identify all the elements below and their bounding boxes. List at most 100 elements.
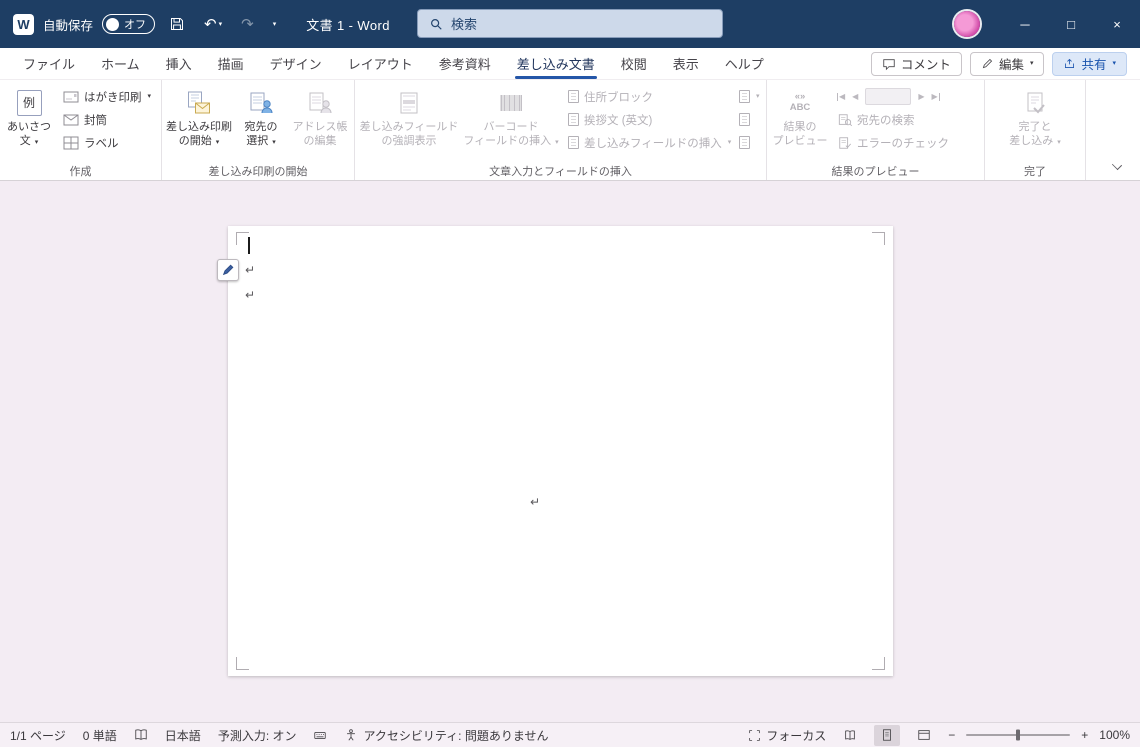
finish-and-merge-button[interactable]: 完了と 差し込み ▾: [1003, 85, 1067, 151]
search-box[interactable]: 検索: [417, 9, 723, 38]
autosave-toggle[interactable]: オフ: [102, 14, 156, 34]
find-recipient-button[interactable]: 宛先の検索: [832, 109, 980, 130]
tabrow-right: コメント 編集 ▾ 共有 ▾: [870, 51, 1140, 76]
focus-label: フォーカス: [766, 728, 827, 743]
insert-barcode-field-label: バーコード フィールドの挿入 ▾: [463, 121, 559, 147]
labels-button[interactable]: ラベル: [57, 132, 157, 153]
autosave-state: オフ: [124, 19, 147, 31]
preview-results-label: 結果の プレビュー: [772, 121, 828, 147]
greeting-text-button[interactable]: 例 あいさつ文 ▾: [3, 85, 55, 151]
tab-view[interactable]: 表示: [660, 48, 712, 79]
start-mail-merge-label: 差し込み印刷 の開始 ▾: [166, 121, 232, 147]
insert-merge-field-icon: [568, 136, 579, 149]
tab-mailings[interactable]: 差し込み文書: [504, 48, 608, 79]
insert-barcode-field-button[interactable]: バーコード フィールドの挿入 ▾: [462, 85, 560, 151]
start-mail-merge-button[interactable]: 差し込み印刷 の開始 ▾: [165, 85, 233, 151]
title-bar: W 自動保存 オフ ↶ ▾ ↷ ▾ 文書 1 - Word 検索 ─ □ ×: [0, 0, 1140, 48]
highlight-merge-fields-button[interactable]: 差し込みフィールド の強調表示: [358, 85, 460, 151]
editing-mode-button[interactable]: 編集 ▾: [969, 51, 1045, 76]
account-avatar[interactable]: [954, 11, 980, 37]
update-labels-button[interactable]: [736, 132, 763, 153]
accessibility-status[interactable]: アクセシビリティ: 問題ありません: [344, 727, 548, 744]
first-record-button[interactable]: ◀: [837, 92, 845, 101]
web-layout-icon: [918, 730, 930, 740]
envelopes-button[interactable]: 封筒: [57, 109, 157, 130]
insert-merge-field-button[interactable]: 差し込みフィールドの挿入 ▾: [562, 132, 734, 153]
record-number-field[interactable]: [865, 88, 912, 105]
select-recipients-button[interactable]: 宛先の 選択 ▾: [235, 85, 287, 151]
previous-record-button[interactable]: ◀: [852, 92, 858, 101]
tab-help[interactable]: ヘルプ: [712, 48, 777, 79]
preview-results-button[interactable]: «» ABC 結果の プレビュー: [770, 85, 830, 151]
language-indicator[interactable]: 日本語: [165, 727, 201, 744]
autosave-label: 自動保存: [43, 18, 94, 33]
text-prediction-indicator[interactable]: 予測入力: オン: [218, 727, 297, 744]
greeting-line-button[interactable]: 挨拶文 (英文): [562, 109, 734, 130]
document-area[interactable]: ↵ ↵ ↵: [0, 181, 1140, 722]
tab-home[interactable]: ホーム: [88, 48, 153, 79]
close-button[interactable]: ×: [1094, 0, 1140, 48]
share-button[interactable]: 共有 ▾: [1052, 51, 1127, 76]
statusbar-right: フォーカス − + 100%: [748, 724, 1130, 746]
ribbon-tab-bar: ファイル ホーム 挿入 描画 デザイン レイアウト 参考資料 差し込み文書 校閲…: [0, 48, 1140, 80]
comments-button[interactable]: コメント: [870, 51, 962, 76]
tab-draw[interactable]: 描画: [205, 48, 257, 79]
tab-references[interactable]: 参考資料: [426, 48, 504, 79]
word-count-indicator[interactable]: 0 単語: [83, 727, 117, 744]
highlight-merge-fields-label: 差し込みフィールド の強調表示: [359, 121, 459, 147]
tab-file[interactable]: ファイル: [10, 48, 88, 79]
edit-recipient-list-button[interactable]: アドレス帳 の編集: [289, 85, 351, 151]
postcard-icon: [63, 91, 79, 102]
web-layout-button[interactable]: [911, 725, 937, 746]
word-window: W 自動保存 オフ ↶▾ ↷ ▾ 文書 1 - Word 検索 ─ □ × フ: [0, 0, 1140, 747]
zoom-slider[interactable]: [966, 729, 1071, 741]
autosave-toggle-knob: [106, 17, 120, 31]
accessibility-message: アクセシビリティ: 問題ありません: [363, 728, 549, 743]
proofing-status-button[interactable]: [134, 728, 148, 742]
last-record-button[interactable]: ▶: [931, 91, 940, 101]
last-record-icon: ▶: [931, 91, 938, 101]
read-mode-button[interactable]: [837, 725, 863, 746]
zoom-slider-thumb[interactable]: [1016, 729, 1021, 741]
focus-mode-button[interactable]: フォーカス: [748, 727, 826, 744]
word-app-icon[interactable]: W: [13, 13, 34, 35]
pen-input-indicator[interactable]: [217, 259, 239, 281]
postcard-print-button[interactable]: はがき印刷 ▾: [57, 86, 157, 107]
chevron-down-icon: ▾: [1029, 60, 1034, 67]
zoom-level[interactable]: 100%: [1099, 728, 1130, 742]
match-fields-button[interactable]: [736, 109, 763, 130]
check-errors-button[interactable]: エラーのチェック: [832, 132, 980, 153]
group-start-mail-merge: 差し込み印刷 の開始 ▾ 宛先の 選択 ▾ アドレス帳 の編集 差し込み印刷の開始: [162, 80, 355, 180]
chevron-down-icon: ▾: [1112, 60, 1116, 67]
next-record-icon: ▶: [918, 91, 925, 101]
tab-insert[interactable]: 挿入: [153, 48, 205, 79]
redo-button[interactable]: ↷: [236, 13, 259, 36]
collapse-ribbon-button[interactable]: [1112, 160, 1123, 171]
accessibility-icon: [347, 729, 356, 741]
minimize-button[interactable]: ─: [1002, 0, 1048, 48]
page-number-indicator[interactable]: 1/1 ページ: [10, 727, 66, 744]
tab-design[interactable]: デザイン: [257, 48, 335, 79]
quick-access-overflow-button[interactable]: ▾: [268, 17, 282, 32]
next-record-button[interactable]: ▶: [918, 91, 925, 101]
zoom-out-button[interactable]: −: [948, 728, 955, 742]
keyboard-input-button[interactable]: [313, 728, 327, 742]
undo-button[interactable]: ↶ ▾: [199, 13, 227, 36]
maximize-button[interactable]: □: [1048, 0, 1094, 48]
save-button[interactable]: [164, 12, 190, 36]
print-layout-button[interactable]: [874, 724, 901, 746]
zoom-in-button[interactable]: +: [1081, 728, 1088, 742]
group-finish: 完了と 差し込み ▾ 完了: [985, 80, 1086, 180]
address-block-button[interactable]: 住所ブロック: [562, 86, 734, 107]
check-errors-icon: [839, 136, 852, 149]
pen-icon: [222, 264, 234, 276]
group-label-start: 差し込み印刷の開始: [208, 165, 308, 178]
tab-review[interactable]: 校閲: [608, 48, 660, 79]
tab-layout[interactable]: レイアウト: [335, 48, 426, 79]
editing-label: 編集: [998, 58, 1024, 72]
rules-button[interactable]: ▾: [736, 86, 763, 107]
read-mode-icon: [845, 730, 856, 740]
chevron-down-icon: ▾: [218, 20, 223, 28]
page[interactable]: ↵ ↵ ↵: [217, 226, 893, 676]
document-title: 文書 1 - Word: [306, 17, 390, 33]
